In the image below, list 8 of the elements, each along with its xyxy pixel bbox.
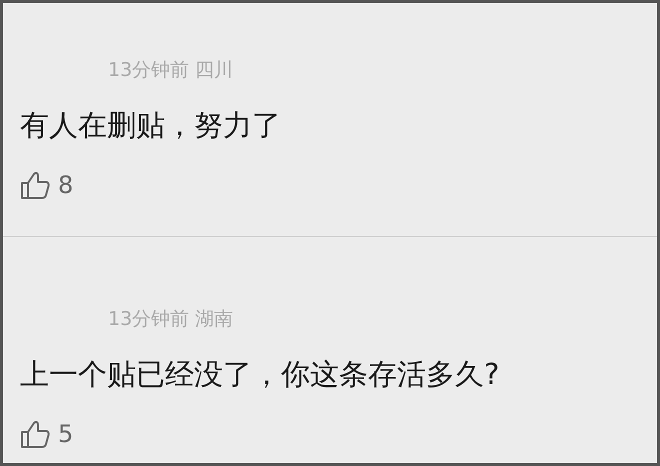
thumbs-up-icon[interactable] [20,419,50,449]
like-count: 5 [58,419,74,449]
comment-text: 有人在删贴，努力了 [20,107,282,143]
comment-text: 上一个贴已经没了，你这条存活多久? [20,356,500,392]
thumbs-up-icon[interactable] [20,170,50,200]
comment-meta: 13分钟前 湖南 [108,307,234,331]
comment-meta: 13分钟前 四川 [108,58,234,82]
like-count: 8 [58,170,74,200]
